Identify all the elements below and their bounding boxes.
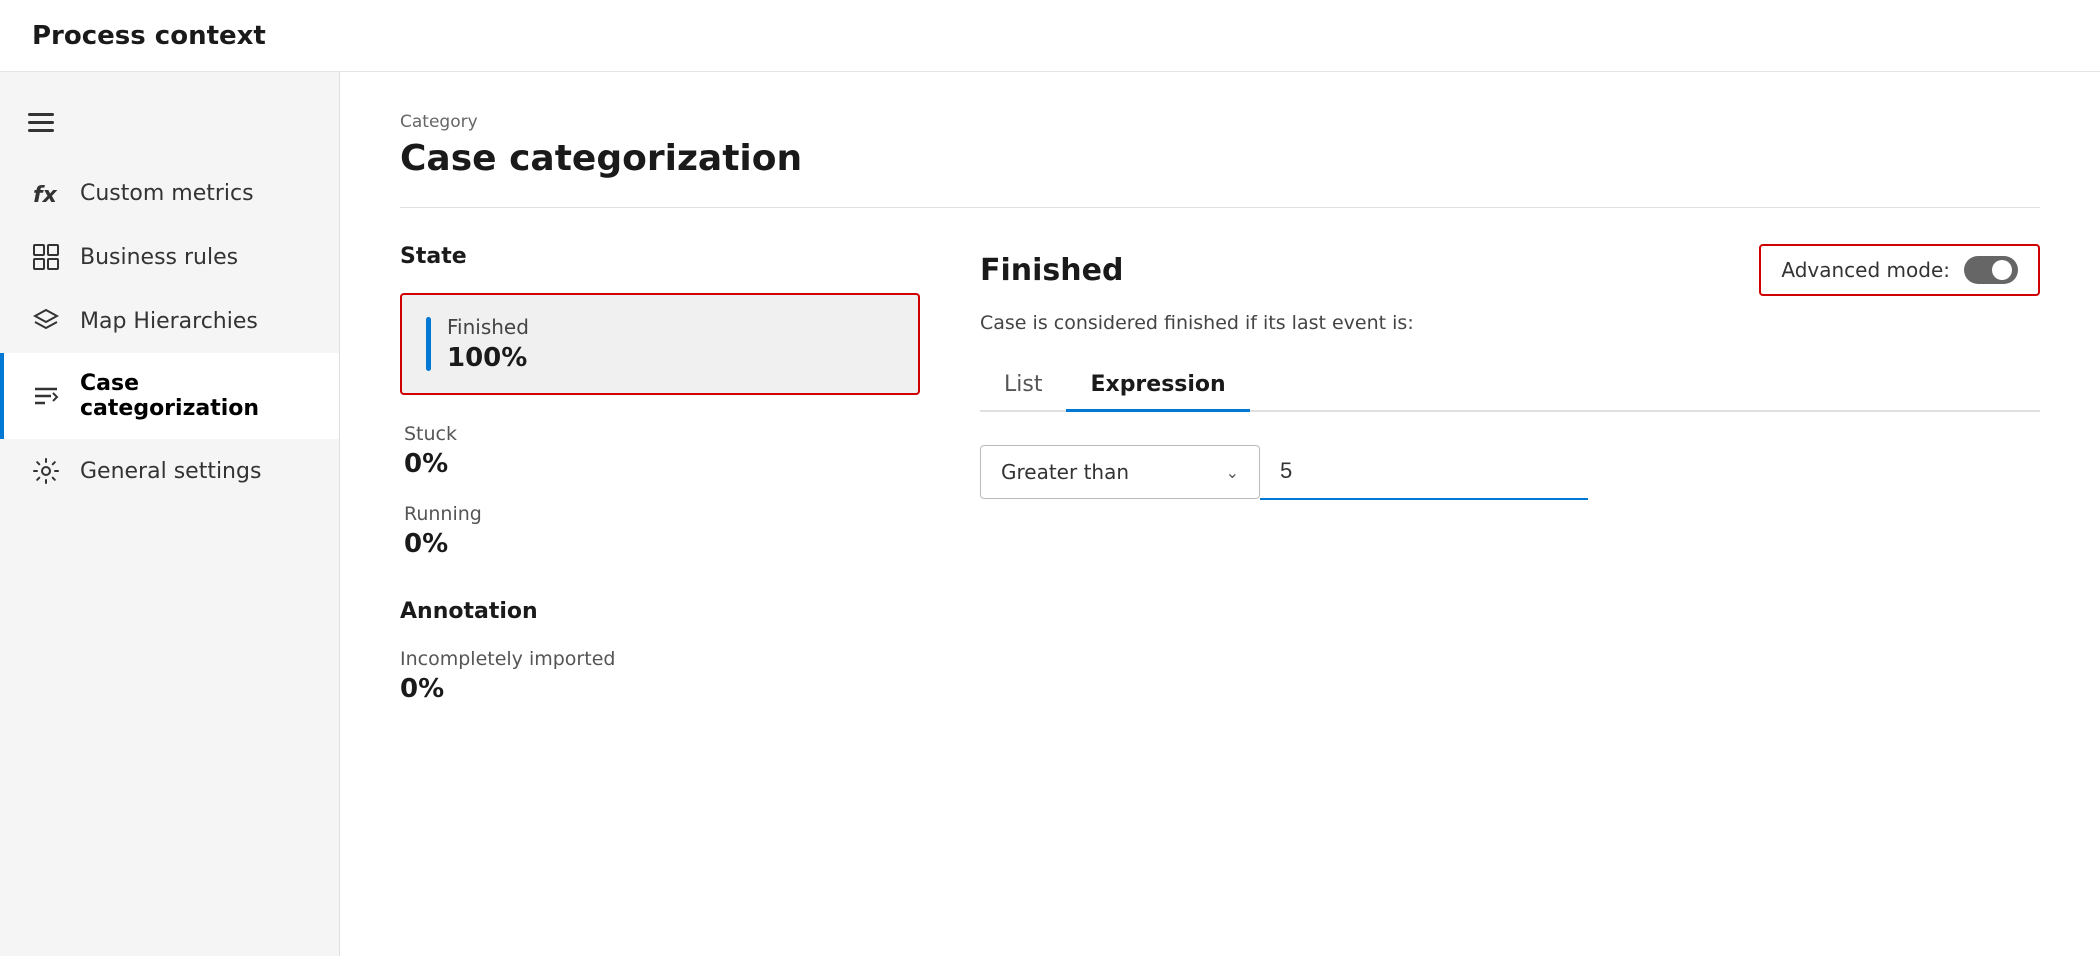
page-title: Case categorization: [400, 138, 2040, 208]
sidebar-item-custom-metrics-label: Custom metrics: [80, 181, 254, 206]
filter-row: Greater than ⌄: [980, 444, 2040, 500]
incompletely-imported-label: Incompletely imported: [400, 648, 920, 670]
tab-expression[interactable]: Expression: [1066, 362, 1249, 412]
tabs-row: List Expression: [980, 362, 2040, 412]
tab-list[interactable]: List: [980, 362, 1066, 412]
sidebar-item-custom-metrics[interactable]: fx Custom metrics: [0, 161, 339, 225]
description-text: Case is considered finished if its last …: [980, 312, 2040, 334]
main-content: Category Case categorization State Finis…: [340, 72, 2100, 956]
app-body: fx Custom metrics Business rules: [0, 72, 2100, 956]
annotation-section: Annotation Incompletely imported 0%: [400, 599, 920, 704]
stuck-state-value: 0%: [404, 449, 920, 479]
left-panel: State Finished 100% Stuck 0% Running: [400, 244, 920, 704]
chevron-down-icon: ⌄: [1226, 463, 1239, 482]
running-state-name: Running: [404, 503, 920, 525]
content-grid: State Finished 100% Stuck 0% Running: [400, 244, 2040, 704]
annotation-item: Incompletely imported 0%: [400, 648, 920, 704]
stuck-state-name: Stuck: [404, 423, 920, 445]
running-state-value: 0%: [404, 529, 920, 559]
sidebar: fx Custom metrics Business rules: [0, 72, 340, 956]
sidebar-item-map-hierarchies-label: Map Hierarchies: [80, 309, 258, 334]
sidebar-item-business-rules[interactable]: Business rules: [0, 225, 339, 289]
app-header: Process context: [0, 0, 2100, 72]
sidebar-item-case-categorization-label: Case categorization: [80, 371, 311, 421]
annotation-heading: Annotation: [400, 599, 920, 624]
grid-icon: [32, 243, 60, 271]
advanced-mode-container: Advanced mode:: [1759, 244, 2040, 296]
sidebar-item-general-settings-label: General settings: [80, 459, 261, 484]
breadcrumb: Category: [400, 112, 2040, 132]
svg-text:fx: fx: [33, 183, 58, 206]
dropdown-value-text: Greater than: [1001, 460, 1129, 484]
sidebar-item-case-categorization[interactable]: Case categorization: [0, 353, 339, 439]
right-panel-title: Finished: [980, 253, 1123, 288]
running-state-item[interactable]: Running 0%: [400, 503, 920, 559]
sidebar-item-general-settings[interactable]: General settings: [0, 439, 339, 503]
finished-state-name: Finished: [447, 315, 529, 339]
stuck-state-item[interactable]: Stuck 0%: [400, 423, 920, 479]
toggle-track: [1964, 256, 2018, 284]
right-panel: Finished Advanced mode: Case is consider…: [980, 244, 2040, 704]
sort-icon: [32, 382, 60, 410]
gear-icon: [32, 457, 60, 485]
fx-icon: fx: [32, 179, 60, 207]
sidebar-item-map-hierarchies[interactable]: Map Hierarchies: [0, 289, 339, 353]
right-panel-header: Finished Advanced mode:: [980, 244, 2040, 296]
toggle-thumb: [1992, 260, 2012, 280]
app-title: Process context: [32, 21, 266, 51]
advanced-mode-toggle[interactable]: [1964, 256, 2018, 284]
filter-value-input[interactable]: [1260, 444, 1588, 500]
state-card-info: Finished 100%: [447, 315, 529, 373]
sidebar-item-business-rules-label: Business rules: [80, 245, 238, 270]
menu-button[interactable]: [0, 96, 339, 161]
incompletely-imported-value: 0%: [400, 674, 920, 704]
state-section-heading: State: [400, 244, 920, 269]
state-card-bar: [426, 317, 431, 371]
condition-dropdown[interactable]: Greater than ⌄: [980, 445, 1260, 499]
advanced-mode-label: Advanced mode:: [1781, 258, 1950, 282]
layers-icon: [32, 307, 60, 335]
finished-state-value: 100%: [447, 343, 529, 373]
finished-state-card[interactable]: Finished 100%: [400, 293, 920, 395]
